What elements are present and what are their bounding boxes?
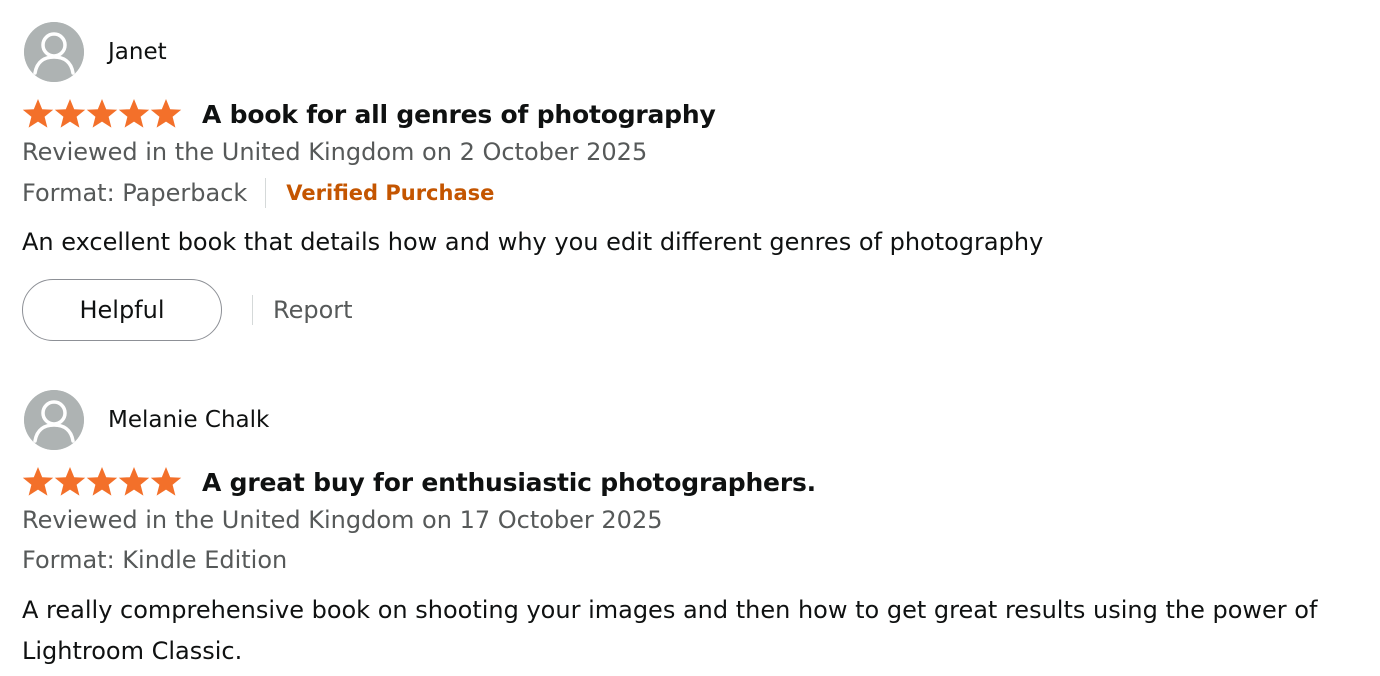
star-filled-icon [118,99,150,128]
reviewer-profile[interactable]: Janet [24,22,167,82]
star-filled-icon [86,467,118,496]
review-title[interactable]: A great buy for enthusiastic photographe… [202,468,816,497]
star-filled-icon [54,467,86,496]
avatar-icon [24,22,84,82]
star-rating[interactable] [22,465,182,499]
reviewer-name[interactable]: Melanie Chalk [108,407,269,433]
review-format[interactable]: Format: Kindle Edition [22,546,287,574]
review-date: Reviewed in the United Kingdom on 2 Octo… [22,138,648,166]
star-filled-icon [150,99,182,128]
report-link[interactable]: Report [273,296,353,324]
review-format-row: Format: Kindle Edition [22,546,287,574]
review-format-row: Format: Paperback Verified Purchase [22,178,494,208]
star-filled-icon [22,99,54,128]
star-filled-icon [118,467,150,496]
review-title[interactable]: A book for all genres of photography [202,100,716,129]
star-filled-icon [86,99,118,128]
review-title-row: A book for all genres of photography [22,96,716,132]
star-filled-icon [54,99,86,128]
review-body: An excellent book that details how and w… [22,228,1044,256]
review-body: A really comprehensive book on shooting … [22,596,1318,665]
review-title-row: A great buy for enthusiastic photographe… [22,464,816,500]
star-filled-icon [22,467,54,496]
review-format[interactable]: Format: Paperback [22,179,247,207]
avatar-icon [24,390,84,450]
review-actions: Helpful Report [22,278,353,342]
reviewer-name[interactable]: Janet [108,39,167,65]
divider [252,295,253,325]
star-filled-icon [150,467,182,496]
review-date: Reviewed in the United Kingdom on 17 Oct… [22,506,663,534]
star-rating[interactable] [22,97,182,131]
reviewer-profile[interactable]: Melanie Chalk [24,390,269,450]
divider [265,178,267,208]
verified-purchase-badge: Verified Purchase [286,181,495,205]
helpful-button[interactable]: Helpful [22,279,222,341]
